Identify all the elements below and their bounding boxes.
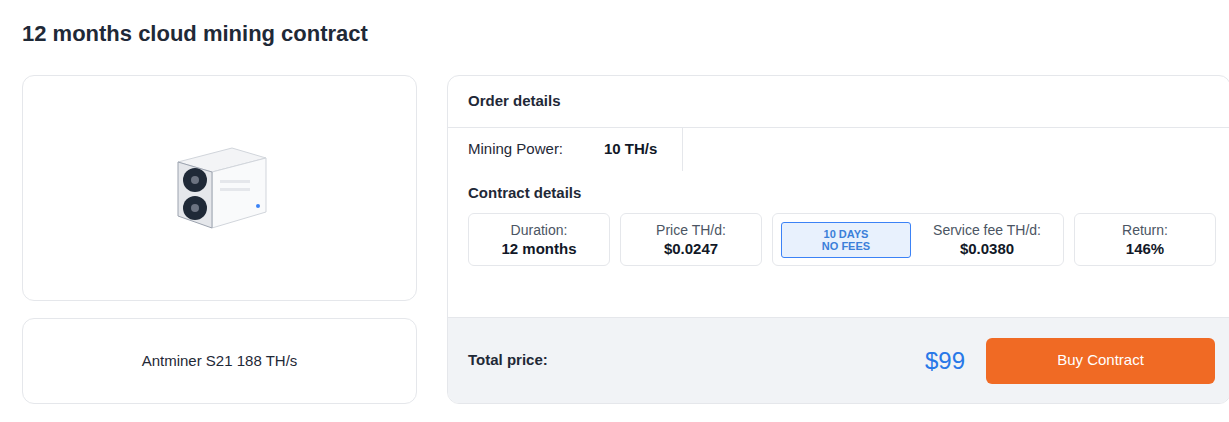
stat-label: Return:	[1122, 221, 1168, 239]
order-panel: Order details Mining Power:10 TH/s Contrac…	[447, 75, 1229, 404]
page-title: 12 months cloud mining contract	[22, 20, 1229, 48]
stat-value: $0.0380	[960, 239, 1014, 258]
stat-value: 12 months	[501, 239, 576, 258]
contract-heading: Contract details	[468, 183, 1210, 203]
stat-label: Service fee TH/d:	[933, 221, 1041, 239]
stat-label: Price TH/d:	[656, 221, 726, 239]
page: 12 months cloud mining contract Antminer …	[0, 0, 1229, 422]
no-fees-badge: 10 DAYSNO FEES	[781, 222, 911, 258]
buy-contract-button[interactable]: Buy Contract	[986, 338, 1215, 384]
mining-power-value: 10 TH/s	[604, 138, 657, 161]
contract-cards: Duration:12 monthsPrice TH/d:$0.024710 D…	[468, 213, 1210, 266]
product-image-card	[22, 75, 417, 301]
mining-power-row: Mining Power:10 TH/s	[448, 128, 1229, 171]
total-bar: Total price: $99 Buy Contract	[448, 317, 1229, 403]
contract-stat-card: Return:146%	[1074, 213, 1216, 266]
badge-line: NO FEES	[822, 240, 870, 252]
mining-power-label: Mining Power:	[468, 138, 604, 161]
stat-value: 146%	[1126, 239, 1164, 258]
contract-stat-card: Price TH/d:$0.0247	[620, 213, 762, 266]
total-price: $99	[925, 343, 965, 379]
contract-stat-card: Duration:12 months	[468, 213, 610, 266]
order-heading: Order details	[468, 90, 561, 113]
service-fee-card: 10 DAYSNO FEES Service fee TH/d:$0.0380	[772, 213, 1064, 266]
stat-value: $0.0247	[664, 239, 718, 258]
product-name-card: Antminer S21 188 TH/s	[22, 318, 417, 404]
stat-label: Duration:	[511, 221, 568, 239]
miner-image-icon	[170, 140, 270, 236]
badge-line: 10 DAYS	[824, 228, 869, 240]
total-label: Total price:	[468, 349, 548, 372]
product-name: Antminer S21 188 TH/s	[142, 350, 298, 373]
